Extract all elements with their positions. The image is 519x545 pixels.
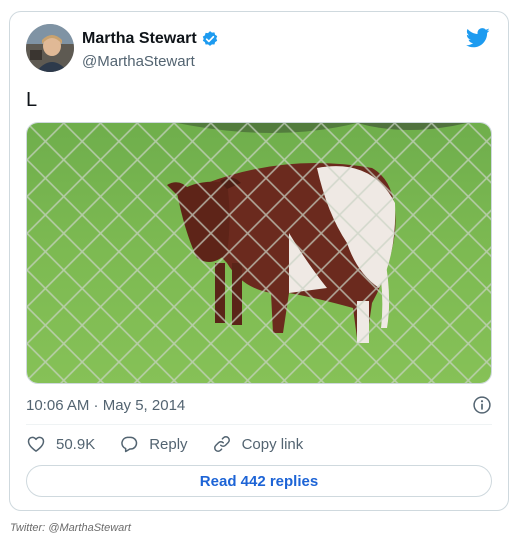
copy-link-label: Copy link xyxy=(241,435,304,453)
tweet-actions: 50.9K Reply Copy link xyxy=(26,433,327,455)
author-name[interactable]: Martha Stewart xyxy=(82,30,197,48)
tweet-photo[interactable] xyxy=(26,122,492,384)
tweet-timestamp[interactable]: 10:06 AM · May 5, 2014 xyxy=(26,397,185,414)
copy-link-button[interactable]: Copy link xyxy=(212,434,304,454)
tweet-text: L xyxy=(26,89,38,111)
speech-bubble-icon xyxy=(121,436,138,453)
heart-icon xyxy=(27,436,45,452)
embedded-tweet-card: Martha Stewart @MarthaStewart L 10:06 AM… xyxy=(9,11,509,511)
like-count: 50.9K xyxy=(56,435,96,453)
author-name-row[interactable]: Martha Stewart xyxy=(82,30,219,48)
divider xyxy=(26,424,492,425)
author-avatar[interactable] xyxy=(26,24,74,72)
verified-badge-icon xyxy=(201,30,219,48)
tweet-meta-row: 10:06 AM · May 5, 2014 xyxy=(26,395,492,415)
image-caption: Twitter: @MarthaStewart xyxy=(10,522,131,534)
read-replies-button[interactable]: Read 442 replies xyxy=(26,465,492,497)
reply-label: Reply xyxy=(149,435,188,453)
author-handle[interactable]: @MarthaStewart xyxy=(82,53,195,70)
reply-button[interactable]: Reply xyxy=(119,434,188,454)
twitter-bird-icon[interactable] xyxy=(465,27,490,49)
link-icon xyxy=(213,436,230,452)
info-icon[interactable] xyxy=(472,395,492,415)
like-button[interactable]: 50.9K xyxy=(26,434,95,454)
